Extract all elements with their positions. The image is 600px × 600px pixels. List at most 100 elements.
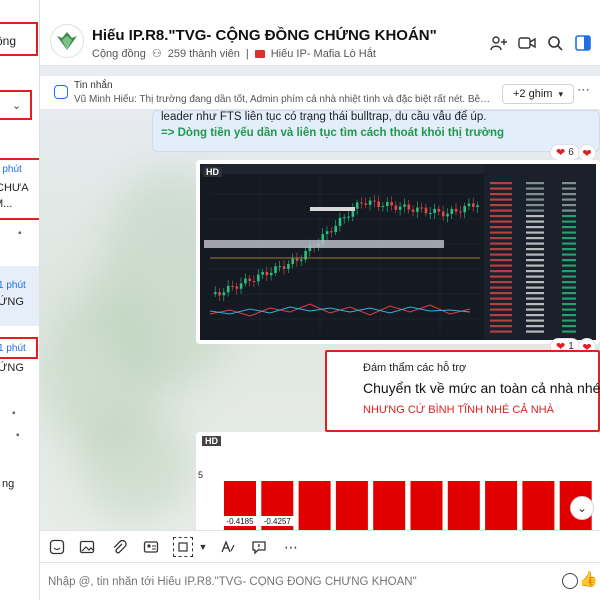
orderbook-row	[562, 303, 576, 306]
bar	[447, 481, 480, 530]
orderbook-row	[490, 253, 512, 256]
orderbook-row	[562, 325, 576, 328]
orderbook-row	[490, 182, 512, 185]
background-decor	[80, 410, 190, 520]
orderbook-row	[490, 297, 512, 300]
bar	[373, 481, 406, 530]
candle-body	[295, 258, 299, 261]
orderbook-row	[490, 220, 512, 223]
panel-toggle-icon[interactable]	[574, 34, 592, 52]
candle-body	[364, 203, 368, 205]
orderbook-row	[526, 193, 544, 196]
bar	[335, 481, 368, 530]
members-count[interactable]: 259 thành viên	[168, 48, 240, 60]
orderbook-row	[562, 264, 576, 267]
group-title[interactable]: Hiếu IP.R8."TVG- CỘNG ĐỒNG CHỨNG KHOÁN"	[92, 27, 437, 44]
candle-body	[287, 264, 290, 269]
message-bubble[interactable]: Đám thẩm các hỗ trợ Chuyển tk về mức an …	[325, 350, 600, 432]
orderbook-row	[562, 187, 576, 190]
candle-body	[424, 207, 428, 214]
candle-body	[274, 266, 277, 273]
orderbook-row	[526, 319, 544, 322]
orderbook-row	[526, 297, 544, 300]
group-avatar[interactable]	[50, 24, 84, 58]
orderbook-row	[490, 292, 512, 295]
conversation-preview: CHƯA	[0, 182, 29, 194]
orderbook-row	[526, 215, 544, 218]
message-icon	[54, 85, 68, 99]
candle-body	[252, 281, 256, 283]
scroll-down-button[interactable]: ⌄	[570, 496, 594, 520]
orderbook-row	[562, 292, 576, 295]
pinned-count-button[interactable]: +2 ghim ▾	[502, 84, 575, 104]
orderbook-row	[490, 330, 512, 333]
orderbook-row	[562, 308, 576, 311]
orderbook-row	[562, 286, 576, 289]
candle-body	[476, 205, 479, 207]
image-message[interactable]: HD 5 -0.4185 -0.4257	[196, 432, 600, 530]
orderbook-row	[562, 215, 576, 218]
members-icon: ⚇	[151, 48, 162, 60]
candle-body	[450, 208, 454, 214]
orderbook-row	[490, 231, 512, 234]
candle-body	[269, 272, 273, 276]
conversation-item[interactable]: 1 phút	[0, 337, 38, 359]
orderbook-row	[562, 198, 576, 201]
orderbook-row	[526, 292, 544, 295]
conversation-item[interactable]: 1 phút ỨNG	[0, 266, 39, 326]
candle-body	[278, 266, 282, 268]
thumbs-up-icon[interactable]: 👍	[579, 570, 598, 588]
pinned-text[interactable]: Vũ Minh Hiếu: Thị trường đang dần tốt, A…	[74, 94, 494, 105]
format-text-icon[interactable]	[218, 538, 236, 556]
emoji-icon[interactable]	[562, 573, 578, 589]
conversation-dot: ▪	[18, 228, 22, 239]
sticker-icon[interactable]	[48, 538, 66, 556]
orderbook-row	[526, 209, 544, 212]
orderbook-row	[562, 248, 576, 251]
orderbook-row	[526, 275, 544, 278]
orderbook-row	[490, 308, 512, 311]
orderbook-row	[562, 314, 576, 317]
orderbook-row	[562, 209, 576, 212]
orderbook-row	[562, 281, 576, 284]
trading-chart-image[interactable]: HD	[200, 164, 596, 340]
pinned-message-bar[interactable]: Tin nhắn Vũ Minh Hiếu: Thị trường đang d…	[40, 76, 600, 110]
add-member-icon[interactable]	[490, 34, 508, 52]
reaction-summary[interactable]: ❤ 6	[550, 144, 580, 161]
message-list[interactable]: leader như FTS liên tục có trạng thái bu…	[40, 110, 600, 530]
screenshot-icon[interactable]	[173, 537, 193, 557]
group-tag[interactable]: Hiếu IP- Mafia Lò Hắt	[271, 48, 376, 60]
quick-message-icon[interactable]	[250, 538, 268, 556]
image-message[interactable]: HD	[196, 160, 600, 344]
group-meta: Cộng đồng ⚇ 259 thành viên | Hiếu IP- Ma…	[92, 47, 376, 61]
orderbook-row	[490, 325, 512, 328]
orderbook-row	[526, 264, 544, 267]
orderbook-row	[562, 259, 576, 262]
hd-badge: HD	[203, 167, 222, 177]
dropdown-icon[interactable]: ▼	[194, 538, 212, 556]
candle-body	[300, 259, 303, 261]
contact-card-icon[interactable]	[142, 538, 160, 556]
orderbook-row	[526, 198, 544, 201]
conversation-item[interactable]: ông	[0, 22, 38, 56]
message-bubble[interactable]: leader như FTS liên tục có trạng thái bu…	[152, 110, 600, 152]
more-icon[interactable]: ⋯	[577, 82, 590, 98]
orderbook-row	[562, 330, 576, 333]
candle-body	[338, 217, 342, 226]
more-icon[interactable]: ⋯	[282, 538, 300, 556]
orderbook-row	[562, 237, 576, 240]
candle-body	[467, 203, 471, 207]
candle-body	[446, 213, 449, 217]
message-input[interactable]	[48, 571, 548, 593]
filter-dropdown[interactable]: ⌄	[0, 90, 32, 120]
search-icon[interactable]	[546, 34, 564, 52]
attach-icon[interactable]	[110, 538, 128, 556]
bar-value-label: -0.4257	[264, 517, 292, 526]
conversation-time: 9 phút	[0, 164, 22, 175]
orderbook-row	[490, 264, 512, 267]
image-icon[interactable]	[78, 538, 96, 556]
orderbook-row	[562, 193, 576, 196]
video-call-icon[interactable]	[518, 34, 536, 52]
conversation-item[interactable]: 9 phút CHƯA M...	[0, 158, 39, 220]
orderbook-row	[526, 270, 544, 273]
